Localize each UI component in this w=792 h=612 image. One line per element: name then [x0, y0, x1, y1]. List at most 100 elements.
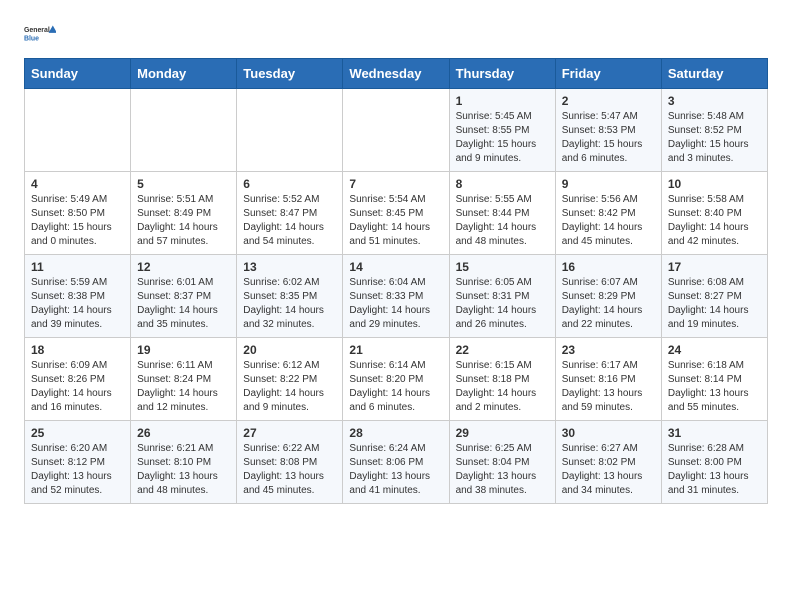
day-info: Sunrise: 6:11 AM Sunset: 8:24 PM Dayligh…: [137, 359, 230, 415]
day-number: 1: [456, 94, 549, 108]
day-info: Sunrise: 5:55 AM Sunset: 8:44 PM Dayligh…: [456, 193, 549, 249]
day-number: 30: [562, 426, 655, 440]
day-info: Sunrise: 6:01 AM Sunset: 8:37 PM Dayligh…: [137, 276, 230, 332]
day-number: 22: [456, 343, 549, 357]
calendar-cell: 4 Sunrise: 5:49 AM Sunset: 8:50 PM Daylig…: [25, 172, 131, 255]
day-number: 21: [349, 343, 442, 357]
calendar-cell: 18 Sunrise: 6:09 AM Sunset: 8:26 PM Dayli…: [25, 338, 131, 421]
day-number: 3: [668, 94, 761, 108]
day-number: 18: [31, 343, 124, 357]
day-info: Sunrise: 5:47 AM Sunset: 8:53 PM Dayligh…: [562, 110, 655, 166]
day-of-week-header: Thursday: [449, 59, 555, 89]
calendar-cell: 7Sunrise: 5:54 AM Sunset: 8:45 PM Daylig…: [343, 172, 449, 255]
day-number: 24: [668, 343, 761, 357]
calendar-cell: 3 Sunrise: 5:48 AM Sunset: 8:52 PM Daylig…: [661, 89, 767, 172]
logo: General Blue: [24, 18, 56, 50]
day-info: Sunrise: 6:25 AM Sunset: 8:04 PM Dayligh…: [456, 442, 549, 498]
calendar-wrapper: SundayMondayTuesdayWednesdayThursdayFrid…: [0, 58, 792, 516]
day-number: 20: [243, 343, 336, 357]
calendar-cell: 31 Sunrise: 6:28 AM Sunset: 8:00 PM Dayli…: [661, 421, 767, 504]
day-number: 12: [137, 260, 230, 274]
calendar-cell: 1 Sunrise: 5:45 AM Sunset: 8:55 PM Daylig…: [449, 89, 555, 172]
svg-text:General: General: [24, 27, 50, 34]
calendar-cell: 27 Sunrise: 6:22 AM Sunset: 8:08 PM Dayli…: [237, 421, 343, 504]
day-of-week-header: Tuesday: [237, 59, 343, 89]
day-of-week-header: Saturday: [661, 59, 767, 89]
day-info: Sunrise: 6:15 AM Sunset: 8:18 PM Dayligh…: [456, 359, 549, 415]
day-number: 19: [137, 343, 230, 357]
calendar-cell: 26 Sunrise: 6:21 AM Sunset: 8:10 PM Dayli…: [131, 421, 237, 504]
day-number: 13: [243, 260, 336, 274]
calendar-week-row: 25 Sunrise: 6:20 AM Sunset: 8:12 PM Dayli…: [25, 421, 768, 504]
day-number: 11: [31, 260, 124, 274]
day-of-week-header: Friday: [555, 59, 661, 89]
day-info: Sunrise: 6:20 AM Sunset: 8:12 PM Dayligh…: [31, 442, 124, 498]
day-number: 5: [137, 177, 230, 191]
calendar-cell: 9 Sunrise: 5:56 AM Sunset: 8:42 PM Daylig…: [555, 172, 661, 255]
calendar-table: SundayMondayTuesdayWednesdayThursdayFrid…: [24, 58, 768, 504]
day-info: Sunrise: 5:49 AM Sunset: 8:50 PM Dayligh…: [31, 193, 124, 249]
day-number: 31: [668, 426, 761, 440]
calendar-cell: 12 Sunrise: 6:01 AM Sunset: 8:37 PM Dayli…: [131, 255, 237, 338]
day-number: 2: [562, 94, 655, 108]
calendar-cell: 15 Sunrise: 6:05 AM Sunset: 8:31 PM Dayli…: [449, 255, 555, 338]
day-info: Sunrise: 6:21 AM Sunset: 8:10 PM Dayligh…: [137, 442, 230, 498]
day-info: Sunrise: 6:12 AM Sunset: 8:22 PM Dayligh…: [243, 359, 336, 415]
day-info: Sunrise: 5:56 AM Sunset: 8:42 PM Dayligh…: [562, 193, 655, 249]
calendar-week-row: 4 Sunrise: 5:49 AM Sunset: 8:50 PM Daylig…: [25, 172, 768, 255]
day-info: Sunrise: 5:51 AM Sunset: 8:49 PM Dayligh…: [137, 193, 230, 249]
calendar-cell: 2 Sunrise: 5:47 AM Sunset: 8:53 PM Daylig…: [555, 89, 661, 172]
calendar-cell: [25, 89, 131, 172]
day-info: Sunrise: 5:58 AM Sunset: 8:40 PM Dayligh…: [668, 193, 761, 249]
calendar-body: 1 Sunrise: 5:45 AM Sunset: 8:55 PM Daylig…: [25, 89, 768, 504]
calendar-cell: 21 Sunrise: 6:14 AM Sunset: 8:20 PM Dayli…: [343, 338, 449, 421]
day-info: Sunrise: 5:59 AM Sunset: 8:38 PM Dayligh…: [31, 276, 124, 332]
day-number: 4: [31, 177, 124, 191]
calendar-cell: 23 Sunrise: 6:17 AM Sunset: 8:16 PM Dayli…: [555, 338, 661, 421]
day-number: 15: [456, 260, 549, 274]
calendar-cell: 14Sunrise: 6:04 AM Sunset: 8:33 PM Dayli…: [343, 255, 449, 338]
calendar-cell: 24Sunrise: 6:18 AM Sunset: 8:14 PM Dayli…: [661, 338, 767, 421]
day-number: 26: [137, 426, 230, 440]
day-of-week-header: Monday: [131, 59, 237, 89]
day-info: Sunrise: 6:08 AM Sunset: 8:27 PM Dayligh…: [668, 276, 761, 332]
day-number: 28: [349, 426, 442, 440]
day-info: Sunrise: 6:02 AM Sunset: 8:35 PM Dayligh…: [243, 276, 336, 332]
day-info: Sunrise: 5:48 AM Sunset: 8:52 PM Dayligh…: [668, 110, 761, 166]
calendar-cell: [131, 89, 237, 172]
day-info: Sunrise: 5:45 AM Sunset: 8:55 PM Dayligh…: [456, 110, 549, 166]
calendar-cell: 29 Sunrise: 6:25 AM Sunset: 8:04 PM Dayli…: [449, 421, 555, 504]
day-info: Sunrise: 6:22 AM Sunset: 8:08 PM Dayligh…: [243, 442, 336, 498]
calendar-cell: 19 Sunrise: 6:11 AM Sunset: 8:24 PM Dayli…: [131, 338, 237, 421]
days-of-week-row: SundayMondayTuesdayWednesdayThursdayFrid…: [25, 59, 768, 89]
day-number: 25: [31, 426, 124, 440]
day-number: 9: [562, 177, 655, 191]
day-number: 7: [349, 177, 442, 191]
day-number: 29: [456, 426, 549, 440]
calendar-cell: 16Sunrise: 6:07 AM Sunset: 8:29 PM Dayli…: [555, 255, 661, 338]
calendar-cell: 25 Sunrise: 6:20 AM Sunset: 8:12 PM Dayli…: [25, 421, 131, 504]
calendar-cell: 10Sunrise: 5:58 AM Sunset: 8:40 PM Dayli…: [661, 172, 767, 255]
day-info: Sunrise: 6:28 AM Sunset: 8:00 PM Dayligh…: [668, 442, 761, 498]
calendar-header: SundayMondayTuesdayWednesdayThursdayFrid…: [25, 59, 768, 89]
calendar-cell: 11 Sunrise: 5:59 AM Sunset: 8:38 PM Dayli…: [25, 255, 131, 338]
day-info: Sunrise: 6:09 AM Sunset: 8:26 PM Dayligh…: [31, 359, 124, 415]
day-info: Sunrise: 6:24 AM Sunset: 8:06 PM Dayligh…: [349, 442, 442, 498]
page-header: General Blue: [0, 0, 792, 58]
calendar-week-row: 11 Sunrise: 5:59 AM Sunset: 8:38 PM Dayli…: [25, 255, 768, 338]
calendar-cell: [343, 89, 449, 172]
day-info: Sunrise: 5:52 AM Sunset: 8:47 PM Dayligh…: [243, 193, 336, 249]
day-of-week-header: Wednesday: [343, 59, 449, 89]
day-number: 23: [562, 343, 655, 357]
day-number: 27: [243, 426, 336, 440]
calendar-cell: 20 Sunrise: 6:12 AM Sunset: 8:22 PM Dayli…: [237, 338, 343, 421]
calendar-cell: 17Sunrise: 6:08 AM Sunset: 8:27 PM Dayli…: [661, 255, 767, 338]
day-info: Sunrise: 6:07 AM Sunset: 8:29 PM Dayligh…: [562, 276, 655, 332]
calendar-cell: [237, 89, 343, 172]
calendar-week-row: 18 Sunrise: 6:09 AM Sunset: 8:26 PM Dayli…: [25, 338, 768, 421]
day-info: Sunrise: 6:05 AM Sunset: 8:31 PM Dayligh…: [456, 276, 549, 332]
calendar-cell: 30Sunrise: 6:27 AM Sunset: 8:02 PM Dayli…: [555, 421, 661, 504]
calendar-cell: 8Sunrise: 5:55 AM Sunset: 8:44 PM Daylig…: [449, 172, 555, 255]
day-info: Sunrise: 6:14 AM Sunset: 8:20 PM Dayligh…: [349, 359, 442, 415]
day-info: Sunrise: 6:17 AM Sunset: 8:16 PM Dayligh…: [562, 359, 655, 415]
